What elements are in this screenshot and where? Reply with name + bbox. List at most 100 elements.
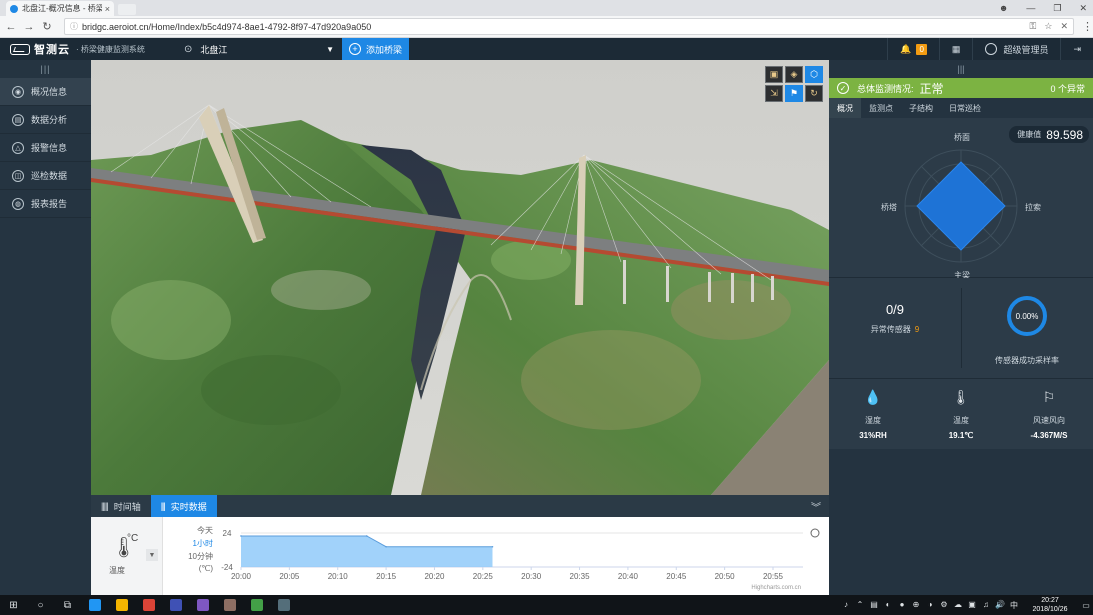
- user-name: 超级管理员: [1003, 44, 1049, 55]
- tray-icon-2[interactable]: ▤: [867, 600, 881, 611]
- tray-icon-3[interactable]: ◐: [881, 600, 895, 611]
- maximize-button[interactable]: ❐: [1053, 3, 1061, 14]
- tray-icon-0[interactable]: ♪: [839, 600, 853, 611]
- bridge-3d-view[interactable]: ▣ ◈ ⬡ ⇲ ⚑ ↻: [91, 60, 829, 495]
- taskbar-app-6[interactable]: [243, 595, 270, 615]
- forward-button[interactable]: →: [22, 21, 36, 33]
- sensor-dropdown-button[interactable]: ▼: [146, 549, 158, 561]
- user-menu[interactable]: 超级管理员: [972, 38, 1060, 60]
- info-icon[interactable]: ⓘ: [70, 21, 78, 32]
- series-point: [240, 535, 242, 537]
- sidebar-item-reports[interactable]: ◍ 报表报告: [0, 190, 91, 218]
- reset-view-icon[interactable]: ↻: [805, 85, 823, 102]
- temperature-label: 温度: [953, 416, 969, 425]
- status-value: 正常: [919, 81, 944, 96]
- notifications-button[interactable]: 🔔 0: [887, 38, 939, 60]
- radar-label-cable: 拉索: [1025, 203, 1041, 212]
- sidebar-collapse-handle[interactable]: |||: [0, 60, 91, 78]
- logo-mark-icon: [10, 43, 30, 55]
- browser-tab[interactable]: 北盘江-概况信息 - 桥梁健 ×: [6, 1, 114, 16]
- wind-flag-icon: ⚐: [1042, 389, 1056, 405]
- taskbar-app-3[interactable]: [162, 595, 189, 615]
- sidebar-item-inspection[interactable]: ◫ 巡检数据: [0, 162, 91, 190]
- logout-button[interactable]: ⇥: [1060, 38, 1093, 60]
- tab-realtime[interactable]: ||| 实时数据: [150, 495, 217, 517]
- chevron-down-icon: ▼: [326, 44, 334, 54]
- taskbar-app-0[interactable]: [81, 595, 108, 615]
- tab-monitor-points[interactable]: 监测点: [861, 98, 901, 118]
- tab-daily-inspection[interactable]: 日常巡检: [941, 98, 989, 118]
- minimize-button[interactable]: —: [1026, 3, 1035, 13]
- key-icon[interactable]: ⚿: [1030, 21, 1037, 32]
- radar-label-deck: 桥面: [954, 133, 970, 142]
- chart-menu-icon[interactable]: [810, 528, 820, 538]
- range-today[interactable]: 今天: [173, 525, 213, 538]
- sidebar-item-analysis[interactable]: ▤ 数据分析: [0, 106, 91, 134]
- avatar: [985, 43, 998, 55]
- app-icon: [223, 599, 236, 611]
- alert-count-badge: 0: [916, 43, 927, 55]
- plus-icon: +: [348, 43, 361, 55]
- tray-icon-5[interactable]: ⊕: [909, 600, 923, 611]
- bottom-panel-tabs: ||||| 时间轴 ||| 实时数据 ︾: [91, 495, 829, 517]
- search-button[interactable]: ○: [27, 595, 54, 615]
- bookmark-star-icon[interactable]: ☆: [1044, 21, 1052, 32]
- collapse-panel-icon[interactable]: ︾: [811, 499, 821, 514]
- browser-menu-icon[interactable]: ⋮: [1082, 20, 1093, 33]
- view-3d-icon[interactable]: ⬡: [805, 66, 823, 83]
- tray-icon-10[interactable]: ♫: [979, 600, 993, 611]
- taskbar-app-7[interactable]: [270, 595, 297, 615]
- taskbar-app-4[interactable]: [189, 595, 216, 615]
- tray-icon-8[interactable]: ☁: [951, 600, 965, 611]
- close-tab-icon[interactable]: ×: [105, 4, 110, 14]
- app-logo[interactable]: 智测云 · 桥梁健康监测系统: [10, 41, 145, 57]
- close-window-button[interactable]: ✕: [1079, 3, 1087, 14]
- add-bridge-button[interactable]: + 添加桥梁: [342, 38, 409, 60]
- extension-icon[interactable]: ✕: [1060, 21, 1068, 32]
- tray-icon-4[interactable]: ●: [895, 600, 909, 611]
- tray-icon-7[interactable]: ⚙: [937, 600, 951, 611]
- clock[interactable]: 20:27 2018/10/26: [1025, 596, 1075, 614]
- right-panel-collapse-handle[interactable]: |||: [829, 60, 1093, 78]
- tray-icon-11[interactable]: 🔊: [993, 600, 1007, 611]
- url-text[interactable]: bridgc.aeroiot.cn/Home/Index/b5c4d974-8a…: [82, 22, 1022, 32]
- user-profile-icon[interactable]: ☻: [999, 3, 1008, 13]
- bridge-selector[interactable]: ⊙ 北盘江 ▼: [184, 38, 334, 60]
- view-wire-icon[interactable]: ◈: [785, 66, 803, 83]
- tray-icon-6[interactable]: ◑: [923, 600, 937, 611]
- taskbar-app-2[interactable]: [135, 595, 162, 615]
- abnormal-sensors-stat[interactable]: 0/9 异常传感器 9: [829, 278, 961, 379]
- status-label: 总体监测情况:: [857, 83, 914, 94]
- task-view-button[interactable]: ⧉: [54, 595, 81, 615]
- x-tick-label: 20:00: [231, 572, 252, 581]
- start-button[interactable]: ⊞: [0, 595, 27, 615]
- address-bar[interactable]: ⓘ bridgc.aeroiot.cn/Home/Index/b5c4d974-…: [64, 18, 1074, 35]
- new-tab-button[interactable]: [118, 4, 136, 15]
- tab-substructure[interactable]: 子结构: [901, 98, 941, 118]
- range-10-min[interactable]: 10分钟: [173, 551, 213, 564]
- layout-button[interactable]: ▦: [938, 38, 973, 60]
- abnormal-count[interactable]: 0 个异常: [1050, 82, 1085, 95]
- humidity-value: 31%RH: [859, 431, 887, 440]
- notification-icon[interactable]: ▭: [1079, 601, 1093, 610]
- back-button[interactable]: ←: [4, 21, 18, 33]
- sensor-name: 温度: [109, 566, 125, 575]
- tray-icon-12[interactable]: 中: [1007, 600, 1021, 611]
- view-box-icon[interactable]: ▣: [765, 66, 783, 83]
- taskbar-app-5[interactable]: [216, 595, 243, 615]
- x-tick-label: 20:20: [424, 572, 445, 581]
- tray-icon-9[interactable]: ▣: [965, 600, 979, 611]
- tray-icon-1[interactable]: ⌃: [853, 600, 867, 611]
- taskbar-app-1[interactable]: [108, 595, 135, 615]
- tab-overview[interactable]: 概况: [829, 98, 861, 118]
- reload-button[interactable]: ↻: [40, 20, 54, 33]
- tab-timeline[interactable]: ||||| 时间轴: [91, 495, 151, 517]
- abnormal-sensors-text: 异常传感器: [870, 325, 911, 334]
- bar-chart-icon: |||: [160, 501, 166, 511]
- range-1-hour[interactable]: 1小时: [173, 538, 213, 551]
- sidebar-item-alarms[interactable]: △ 报警信息: [0, 134, 91, 162]
- pan-icon[interactable]: ⇲: [765, 85, 783, 102]
- flag-icon[interactable]: ⚑: [785, 85, 803, 102]
- system-tray: ♪ ⌃ ▤ ◐ ● ⊕ ◑ ⚙ ☁ ▣ ♫ 🔊 中 20:27 2018/10/26 ▭: [839, 595, 1093, 615]
- sidebar-item-overview[interactable]: ◉ 概况信息: [0, 78, 91, 106]
